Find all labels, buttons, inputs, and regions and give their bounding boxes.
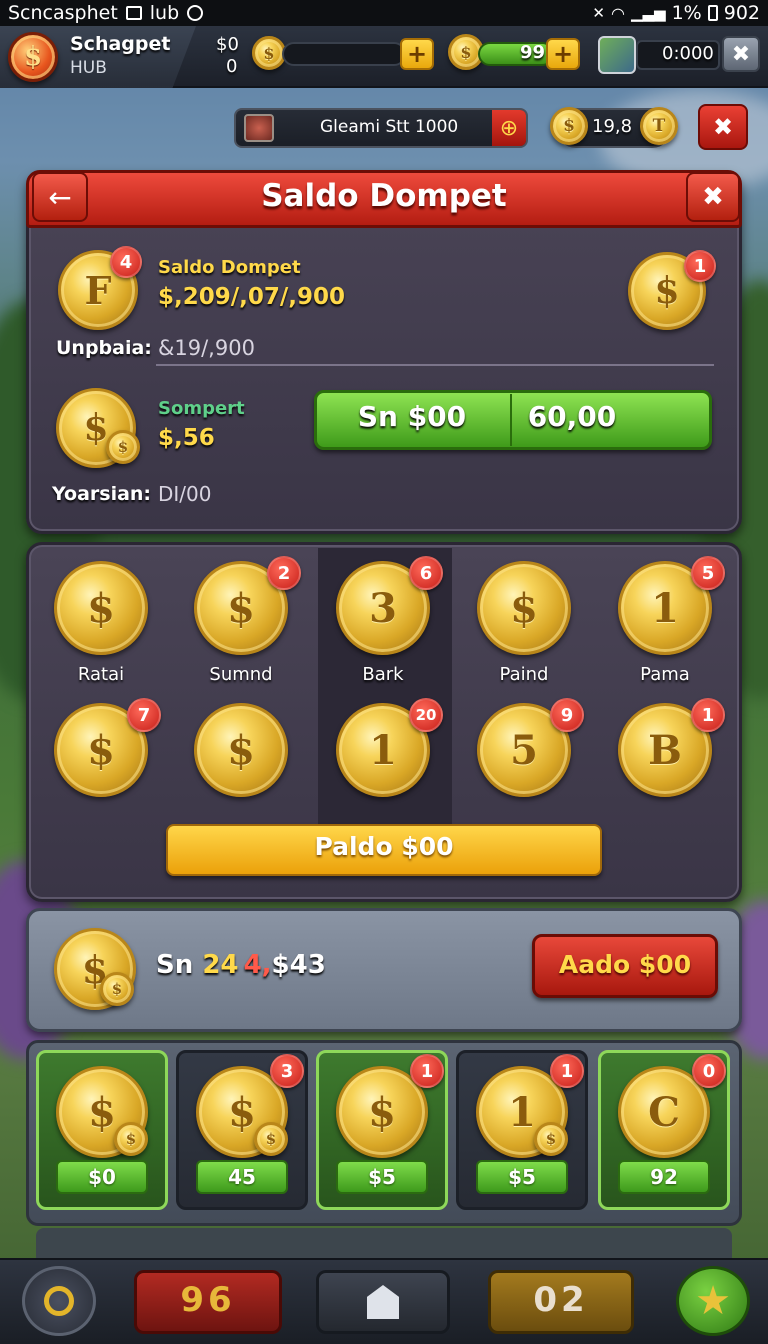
small-coin-icon: $ — [254, 1122, 288, 1156]
wallet-main-label: Saldo Dompet — [158, 257, 301, 278]
close-hud-button[interactable]: ✖ — [722, 36, 760, 72]
sub-amount: $,56 — [158, 425, 215, 451]
energy-value: 99 — [520, 42, 546, 63]
gold-t-icon[interactable]: T — [640, 107, 678, 145]
search-icon — [44, 1286, 74, 1316]
small-coin-icon: $ — [114, 1122, 148, 1156]
grid-coin[interactable]: $ — [194, 703, 288, 797]
small-coin-icon: $ — [100, 972, 134, 1006]
status-bar: Scncasphet lub ✕ ◠ ▁▃▅ 1% 902 — [0, 0, 768, 26]
grid-coin-label: Sumnd — [209, 664, 273, 685]
wallet-title: Saldo Dompet — [261, 178, 507, 214]
search-nav-button[interactable] — [22, 1266, 96, 1336]
red-nav-value: 96 — [180, 1280, 236, 1320]
grid-action-text: Paldo $00 — [314, 832, 454, 861]
player-avatar[interactable] — [598, 36, 636, 74]
add-energy-button[interactable]: + — [546, 38, 580, 70]
small-coin-icon: $ — [106, 430, 140, 464]
notification-badge: 2 — [267, 556, 301, 590]
notification-badge: 7 — [127, 698, 161, 732]
shop-price: $5 — [336, 1160, 428, 1194]
coin-icon: $ — [252, 36, 286, 70]
next-row-peek — [36, 1228, 732, 1258]
summary-amount: $43 — [271, 950, 326, 980]
treasure-icon — [244, 114, 274, 142]
hub-logo-icon[interactable]: $ — [8, 32, 58, 82]
coin-meter — [282, 42, 406, 66]
notification-badge: 1 — [684, 250, 716, 282]
shop-price: $5 — [476, 1160, 568, 1194]
unpaid-value: &19/,900 — [158, 336, 255, 360]
hud-balance-2: 0 — [226, 56, 238, 77]
battery-text: 1% — [671, 2, 702, 24]
notification-badge: 9 — [550, 698, 584, 732]
hub-subtitle: HUB — [70, 58, 107, 78]
grid-coin-label: Bark — [362, 664, 404, 685]
green-left-text: Sn $00 — [357, 400, 467, 433]
summary-highlight: 24 — [202, 950, 239, 980]
coins-value: 19,8 — [592, 116, 633, 137]
status-app-name: Scncasphet — [8, 2, 118, 24]
close-wallet-button[interactable]: ✖ — [686, 172, 740, 222]
clock-icon — [187, 5, 204, 21]
target-button[interactable]: ⊕ — [492, 110, 526, 146]
hub-title: Schagpet — [70, 33, 171, 55]
grid-coin[interactable]: $ — [54, 561, 148, 655]
wallet-main-amount: $,209/,07/,900 — [158, 284, 346, 310]
grid-coin-label: Ratai — [77, 664, 125, 685]
search-text: Gleami Stt 1000 — [320, 117, 459, 137]
coin-icon: $ — [550, 107, 588, 145]
divider — [156, 364, 714, 366]
notification-badge: 1 — [691, 698, 725, 732]
unpaid-label: Unpbaia: — [56, 337, 152, 359]
close-topbar-button[interactable]: ✖ — [698, 104, 748, 150]
notification-badge: 6 — [409, 556, 443, 590]
status-label: lub — [149, 2, 180, 24]
grid-coin[interactable]: $ — [477, 561, 571, 655]
shop-price: 45 — [196, 1160, 288, 1194]
small-coin-icon: $ — [534, 1122, 568, 1156]
signal-icon: ▁▃▅ — [630, 4, 666, 22]
gold-nav-value: 02 — [533, 1280, 589, 1320]
sub-label: Sompert — [158, 398, 245, 419]
hud-balance-1: $0 — [216, 34, 239, 55]
add-coins-button[interactable]: + — [400, 38, 434, 70]
grid-coin-label: Paind — [499, 664, 549, 685]
footer-value: DI/00 — [158, 482, 212, 506]
notification-badge: 1 — [410, 1054, 444, 1088]
footer-label: Yoarsian: — [52, 483, 152, 505]
summary-text: Sn 24 4,$43 — [156, 950, 326, 980]
mute-icon: ✕ — [592, 4, 605, 22]
notification-badge: 5 — [691, 556, 725, 590]
grid-coin-label: Pama — [640, 664, 690, 685]
battery-icon — [707, 5, 718, 21]
status-time: 902 — [723, 2, 760, 24]
notification-badge: 4 — [110, 246, 142, 278]
house-icon — [367, 1285, 399, 1319]
notification-badge: 20 — [409, 698, 443, 732]
notification-badge: 0 — [692, 1054, 726, 1088]
shop-nav-button[interactable] — [316, 1270, 450, 1334]
star-icon: ★ — [695, 1278, 731, 1324]
timer-text: 0:000 — [662, 43, 714, 64]
shop-price: 92 — [618, 1160, 710, 1194]
image-icon — [125, 6, 142, 20]
summary-prefix: Sn — [156, 950, 194, 980]
summary-add-text: Aado $00 — [558, 950, 692, 979]
summary-mark: 4, — [243, 950, 272, 980]
notification-badge: 3 — [270, 1054, 304, 1088]
notification-badge: 1 — [550, 1054, 584, 1088]
green-right-text: 60,00 — [527, 400, 617, 433]
favorites-nav-button[interactable]: ★ — [676, 1266, 750, 1336]
shop-price: $0 — [56, 1160, 148, 1194]
wifi-icon: ◠ — [611, 3, 625, 23]
